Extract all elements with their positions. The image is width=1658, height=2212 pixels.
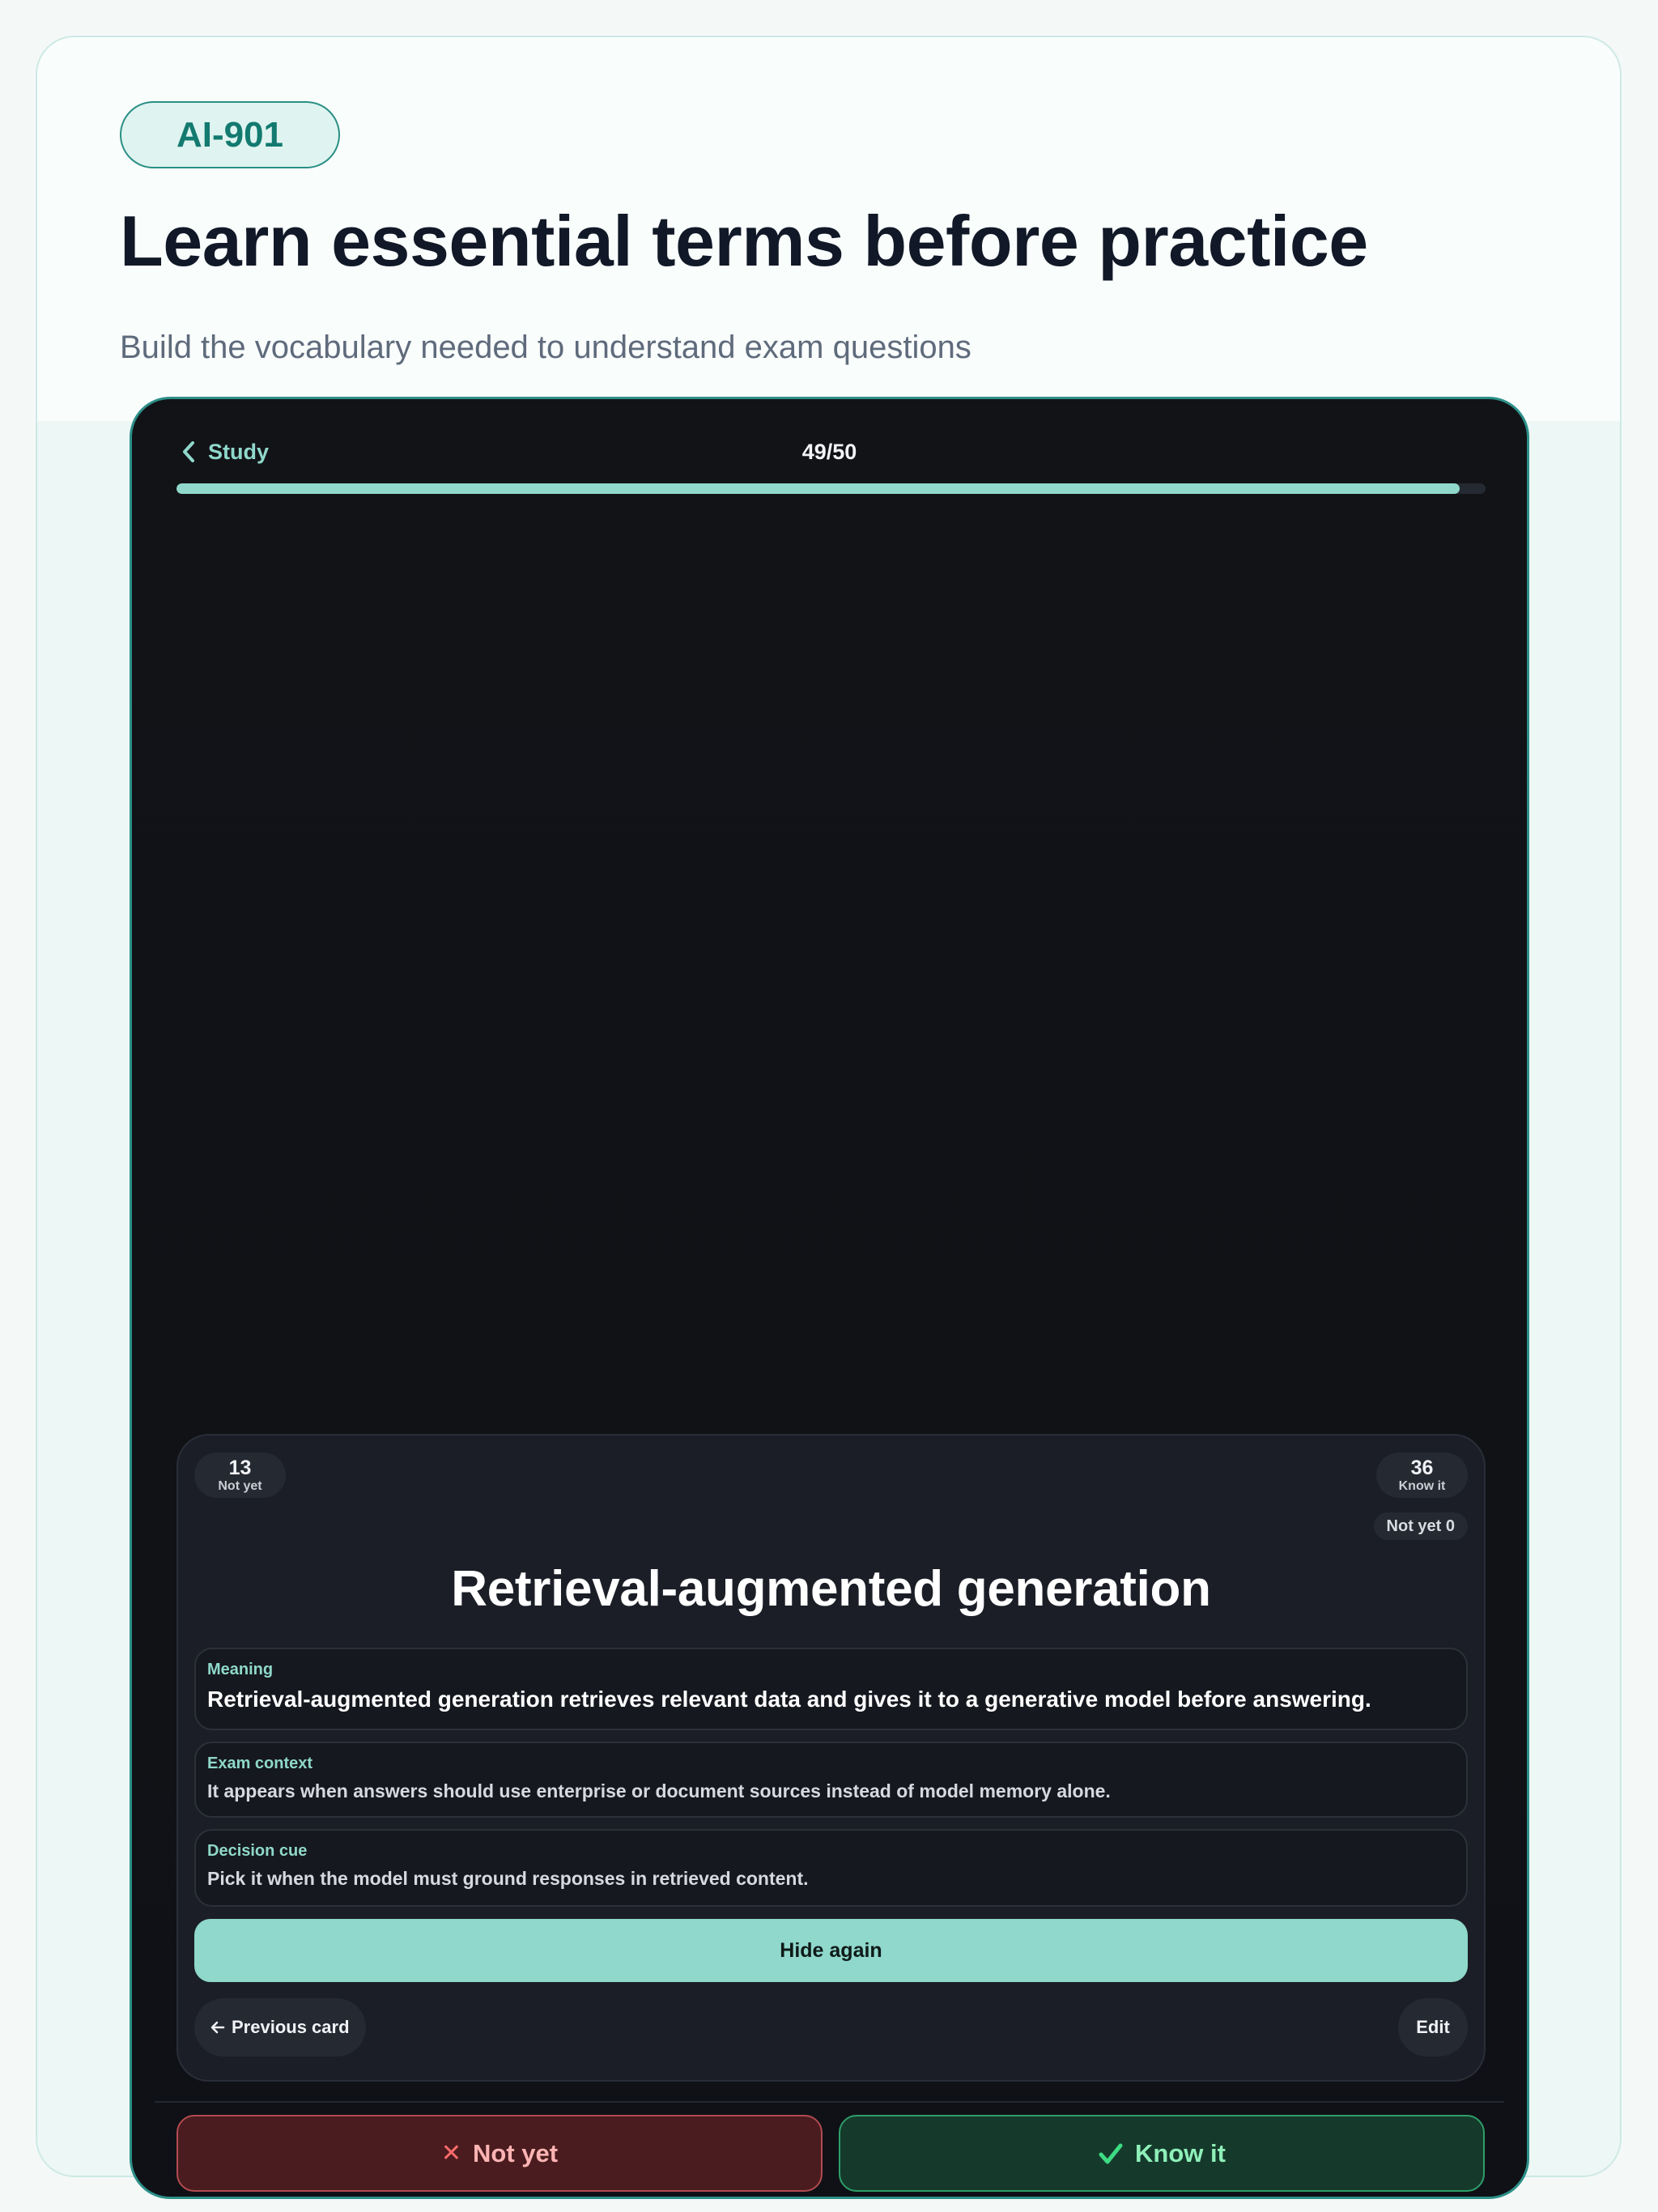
progress-bar — [176, 483, 1486, 494]
meaning-box: Meaning Retrieval-augmented generation r… — [194, 1648, 1468, 1730]
not-yet-count-chip: 13 Not yet — [194, 1453, 286, 1498]
progress-bar-fill — [176, 483, 1460, 494]
exam-context-text: It appears when answers should use enter… — [207, 1780, 1111, 1802]
know-it-count: 36 — [1410, 1457, 1434, 1479]
decision-cue-label: Decision cue — [207, 1842, 308, 1860]
know-it-count-chip: 36 Know it — [1376, 1453, 1468, 1498]
progress-counter: 49/50 — [801, 439, 857, 464]
meaning-text: Retrieval-augmented generation retrieves… — [207, 1687, 1371, 1712]
not-yet-count-label: Not yet — [218, 1479, 262, 1493]
arrow-left-icon — [210, 2021, 225, 2034]
flashcard-term: Retrieval-augmented generation — [451, 1561, 1211, 1617]
exam-code-badge: AI-901 — [120, 101, 340, 168]
know-it-button-label: Know it — [1135, 2138, 1226, 2167]
page-title: Learn essential terms before practice — [120, 201, 1368, 281]
not-yet-count: 13 — [228, 1457, 252, 1479]
flashcard-device-frame: Study 49/50 13 Not yet 36 Know it Not ye… — [130, 397, 1529, 2199]
x-icon: ✕ — [440, 2140, 462, 2167]
page-subtitle: Build the vocabulary needed to understan… — [120, 330, 971, 365]
know-it-button[interactable]: Know it — [839, 2115, 1485, 2192]
exam-context-label: Exam context — [207, 1755, 313, 1772]
not-yet-button[interactable]: ✕ Not yet — [176, 2115, 823, 2192]
decision-cue-text: Pick it when the model must ground respo… — [207, 1868, 809, 1889]
previous-card-button[interactable]: Previous card — [194, 1998, 366, 2057]
card-status-chip: Not yet 0 — [1373, 1512, 1468, 1540]
flashcard-panel: 13 Not yet 36 Know it Not yet 0 Retrieva… — [176, 1434, 1486, 2082]
hide-again-button[interactable]: Hide again — [194, 1919, 1468, 1982]
action-divider — [155, 2101, 1504, 2103]
know-it-count-label: Know it — [1398, 1479, 1446, 1493]
not-yet-button-label: Not yet — [473, 2138, 559, 2167]
exam-context-box: Exam context It appears when answers sho… — [194, 1742, 1468, 1818]
previous-card-label: Previous card — [232, 2017, 350, 2037]
decision-cue-box: Decision cue Pick it when the model must… — [194, 1829, 1468, 1907]
meaning-label: Meaning — [207, 1661, 274, 1678]
edit-button[interactable]: Edit — [1398, 1998, 1468, 2057]
checkmark-icon — [1099, 2143, 1123, 2163]
